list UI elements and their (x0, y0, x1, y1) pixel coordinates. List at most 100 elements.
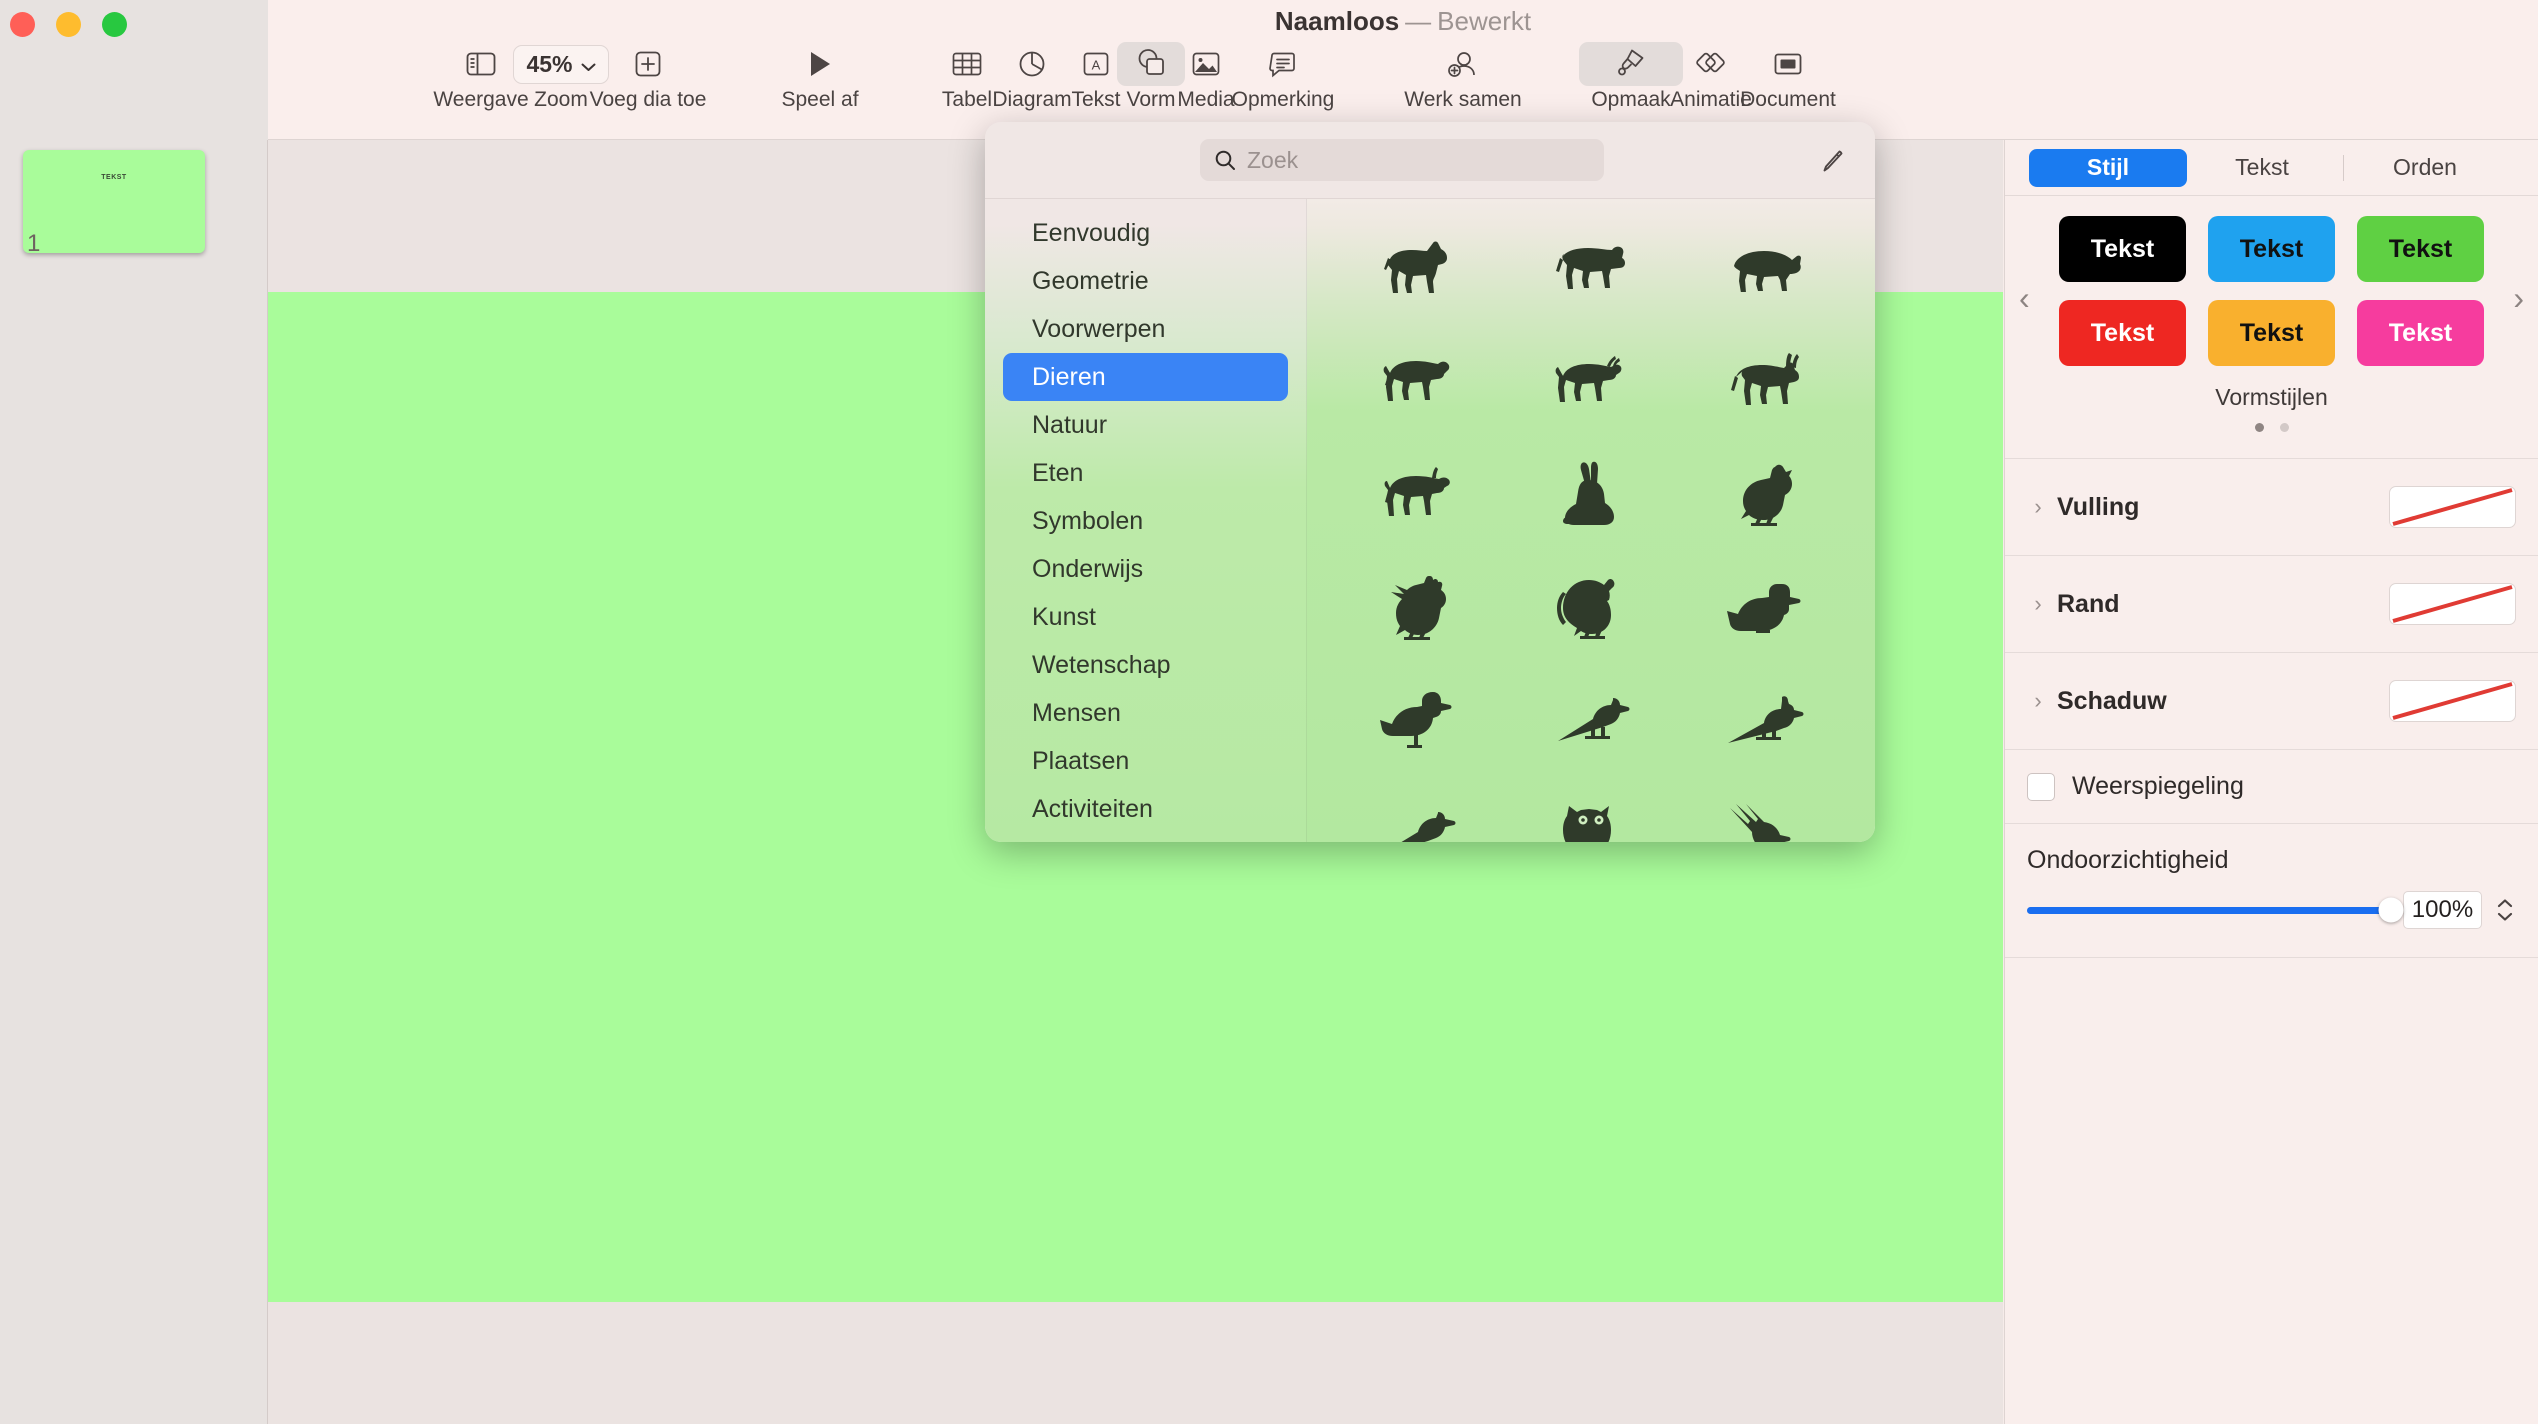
styles-next-arrow[interactable]: › (2513, 280, 2524, 317)
shape-style-swatch-3[interactable]: Tekst (2357, 216, 2484, 282)
tab-label: Tekst (2235, 154, 2289, 180)
shape-search-field[interactable]: Zoek (1200, 139, 1604, 181)
property-row-schaduw[interactable]: › Schaduw (2005, 652, 2538, 749)
document-title: Naamloos — Bewerkt (268, 6, 2538, 37)
shape-category-natuur[interactable]: Natuur (1003, 401, 1288, 449)
close-window-button[interactable] (10, 12, 35, 37)
format-inspector: Stijl Tekst Orden ‹ › Tekst Tekst Tekst … (2004, 140, 2538, 1424)
tab-tekst[interactable]: Tekst (2187, 149, 2337, 187)
toolbar-button-voeg-dia-toe[interactable]: Voeg dia toe (573, 42, 723, 112)
tab-label: Orden (2393, 154, 2457, 180)
vulling-none-swatch[interactable] (2389, 486, 2516, 528)
toolbar-button-opmerking[interactable]: Opmerking (1208, 42, 1358, 112)
styles-prev-arrow[interactable]: ‹ (2019, 280, 2030, 317)
shape-category-eenvoudig[interactable]: Eenvoudig (1003, 209, 1288, 257)
maximize-window-button[interactable] (102, 12, 127, 37)
shape-item-goat[interactable] (1504, 324, 1677, 437)
comment-icon (1269, 42, 1297, 86)
toolbar-label-speel-af: Speel af (781, 88, 859, 111)
shape-item-owl[interactable] (1504, 776, 1677, 842)
rand-none-swatch[interactable] (2389, 583, 2516, 625)
shape-item-pig[interactable] (1678, 211, 1851, 324)
tab-orden[interactable]: Orden (2350, 149, 2500, 187)
chevron-right-icon[interactable]: › (2027, 688, 2049, 714)
shape-category-mensen[interactable]: Mensen (1003, 689, 1288, 737)
opacity-stepper[interactable] (2494, 898, 2516, 922)
swatch-label: Tekst (2090, 234, 2155, 263)
shape-style-swatch-1[interactable]: Tekst (2059, 216, 2186, 282)
minimize-window-button[interactable] (56, 12, 81, 37)
shape-search-placeholder: Zoek (1247, 146, 1299, 173)
category-label: Mensen (1032, 698, 1121, 727)
opacity-slider[interactable] (2027, 897, 2404, 923)
pager-dot-1[interactable] (2254, 423, 2264, 432)
shape-item-rabbit[interactable] (1504, 437, 1677, 550)
chevron-right-icon[interactable]: › (2027, 591, 2049, 617)
opacity-section: Ondoorzichtigheid 100% (2005, 823, 2538, 958)
shape-item-rooster[interactable] (1331, 550, 1504, 663)
shape-category-eten[interactable]: Eten (1003, 449, 1288, 497)
toolbar-button-werk-samen[interactable]: Werk samen (1388, 42, 1538, 112)
shapes-popover: Zoek Eenvoudig Geometrie Voorwerpen Dier… (985, 122, 1875, 842)
shape-category-activiteiten[interactable]: Activiteiten (1003, 785, 1288, 833)
slide-thumbnail-item[interactable]: TEKST 1 (23, 150, 213, 260)
pen-draw-icon[interactable] (1811, 142, 1851, 182)
shape-item-turkey[interactable] (1504, 550, 1677, 663)
category-label: Voorwerpen (1032, 314, 1166, 343)
shape-category-kunst[interactable]: Kunst (1003, 593, 1288, 641)
reflection-checkbox[interactable] (2027, 772, 2055, 801)
shape-item-horse[interactable] (1331, 211, 1504, 324)
opacity-slider-knob[interactable] (2378, 897, 2404, 923)
shape-item-duck[interactable] (1678, 550, 1851, 663)
shape-category-plaatsen[interactable]: Plaatsen (1003, 737, 1288, 785)
opacity-label: Ondoorzichtigheid (2027, 846, 2229, 874)
property-rows: › Vulling › Rand › Schaduw Weerspiegelin… (2005, 458, 2538, 958)
shape-styles-block: ‹ › Tekst Tekst Tekst Tekst Tekst Tekst … (2005, 196, 2538, 432)
property-row-rand[interactable]: › Rand (2005, 555, 2538, 652)
keynote-window: Naamloos — Bewerkt Weergave 45% Zoom Voe… (0, 0, 2538, 1424)
swatch-label: Tekst (2090, 318, 2155, 347)
schaduw-none-swatch[interactable] (2389, 680, 2516, 722)
shape-grid (1307, 199, 1875, 842)
shape-category-wetenschap[interactable]: Wetenschap (1003, 641, 1288, 689)
shape-item-crow[interactable] (1331, 776, 1504, 842)
shape-category-list: Eenvoudig Geometrie Voorwerpen Dieren Na… (985, 199, 1307, 842)
chevron-right-icon[interactable]: › (2027, 494, 2049, 520)
property-row-vulling[interactable]: › Vulling (2005, 458, 2538, 555)
shape-item-hen[interactable] (1678, 437, 1851, 550)
shape-category-symbolen[interactable]: Symbolen (1003, 497, 1288, 545)
category-label: Activiteiten (1032, 794, 1153, 823)
shape-grid-pane[interactable] (1307, 199, 1875, 842)
tab-divider (2343, 154, 2344, 181)
shape-item-cow[interactable] (1504, 211, 1677, 324)
reflection-row[interactable]: Weerspiegeling (2005, 749, 2538, 823)
category-label: Plaatsen (1032, 746, 1130, 775)
pager-dot-2[interactable] (2279, 423, 2289, 432)
shape-item-bull[interactable] (1331, 437, 1504, 550)
shape-category-voorwerpen[interactable]: Voorwerpen (1003, 305, 1288, 353)
shape-category-geometrie[interactable]: Geometrie (1003, 257, 1288, 305)
shape-style-swatch-4[interactable]: Tekst (2059, 300, 2186, 366)
shape-item-goose[interactable] (1331, 663, 1504, 776)
opacity-control: 100% (2005, 875, 2538, 929)
slide-thumbnail[interactable]: TEKST (23, 150, 205, 253)
toolbar-button-document[interactable]: Document (1713, 42, 1863, 112)
tab-stijl[interactable]: Stijl (2029, 148, 2187, 187)
shape-item-eagle[interactable] (1678, 776, 1851, 842)
shape-category-onderwijs[interactable]: Onderwijs (1003, 545, 1288, 593)
shape-item-magpie[interactable] (1504, 663, 1677, 776)
toolbar-button-speel-af[interactable]: Speel af (745, 42, 895, 112)
shape-item-donkey[interactable] (1678, 324, 1851, 437)
document-icon (1773, 42, 1803, 86)
shape-style-swatch-6[interactable]: Tekst (2357, 300, 2484, 366)
category-label: Eenvoudig (1032, 218, 1151, 247)
document-name: Naamloos (1274, 6, 1400, 36)
shape-item-bluejay[interactable] (1678, 663, 1851, 776)
shape-style-swatch-5[interactable]: Tekst (2208, 300, 2335, 366)
shape-style-swatch-2[interactable]: Tekst (2208, 216, 2335, 282)
opacity-value-field[interactable]: 100% (2403, 891, 2482, 929)
toolbar-label-voeg-dia-toe: Voeg dia toe (589, 88, 707, 111)
toolbar-label-document: Document (1740, 88, 1836, 111)
shape-category-dieren[interactable]: Dieren (1003, 353, 1288, 401)
shape-item-sheep[interactable] (1331, 324, 1504, 437)
